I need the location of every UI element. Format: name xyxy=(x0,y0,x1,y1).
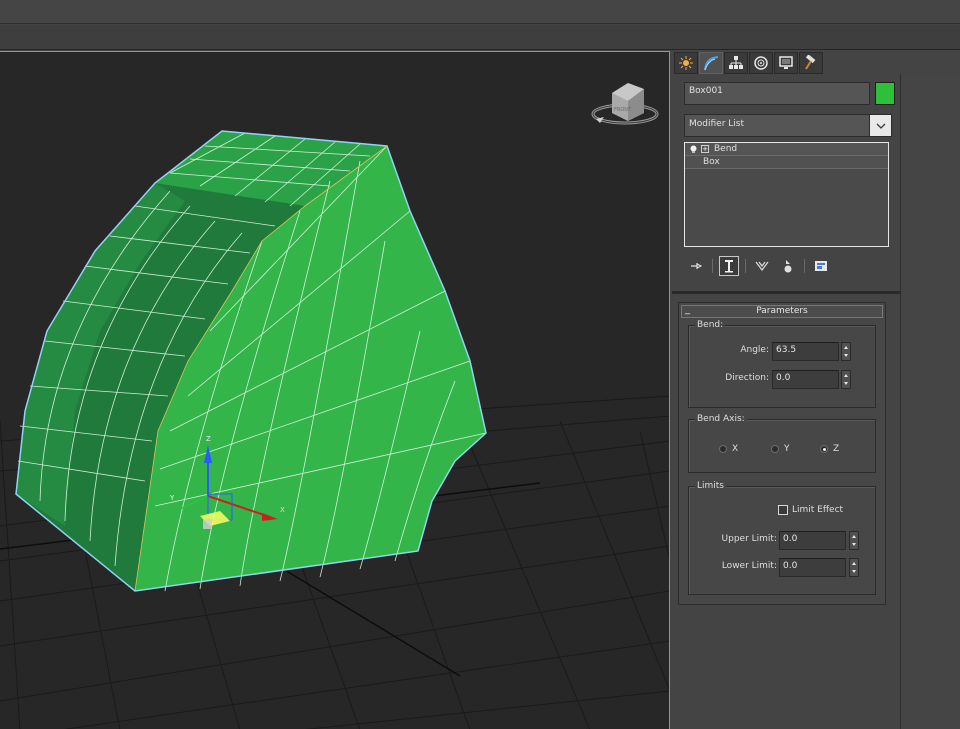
parameters-rollout: _ Parameters Bend: Angle: 63.5 Direction… xyxy=(678,302,886,605)
toolbar-separator xyxy=(745,259,746,273)
motion-icon xyxy=(754,56,768,70)
viewcube-face-label: FRONT xyxy=(614,107,632,113)
upper-limit-spinner[interactable] xyxy=(849,531,859,550)
title-bar xyxy=(0,0,960,24)
axis-x-radio[interactable]: X xyxy=(719,444,738,454)
display-tab[interactable] xyxy=(774,52,798,74)
direction-input[interactable]: 0.0 xyxy=(772,370,839,389)
gizmo-y-label: Y xyxy=(169,494,175,502)
configure-modifier-sets-icon[interactable] xyxy=(811,256,831,276)
direction-label: Direction: xyxy=(725,373,769,383)
menu-bar xyxy=(0,25,960,50)
rollout-header[interactable]: _ Parameters xyxy=(681,304,883,318)
display-icon xyxy=(779,56,793,69)
command-panel: Box001 Modifier List + Bend Box _ Parame… xyxy=(672,51,900,729)
bend-group: Bend: Angle: 63.5 Direction: 0.0 xyxy=(688,320,876,408)
create-tab[interactable] xyxy=(674,52,698,74)
command-panel-tabs xyxy=(674,52,824,74)
modifier-list-dropdown[interactable]: Modifier List xyxy=(684,114,892,137)
lightbulb-icon[interactable] xyxy=(689,145,698,154)
object-name-field[interactable]: Box001 xyxy=(684,82,870,105)
upper-limit-input[interactable]: 0.0 xyxy=(779,531,846,550)
viewcube[interactable]: FRONT xyxy=(591,83,659,125)
hammer-icon xyxy=(805,55,816,70)
upper-limit-label: Upper Limit: xyxy=(721,534,777,544)
stack-item-box[interactable]: Box xyxy=(685,156,888,169)
modifier-stack-toolbar xyxy=(686,255,837,277)
bent-box-mesh[interactable] xyxy=(15,130,487,592)
stack-item-label: Box xyxy=(703,157,720,167)
limits-group: Limits Limit Effect Upper Limit: 0.0 Low… xyxy=(688,481,876,595)
bend-axis-group: Bend Axis: X Y Z xyxy=(688,414,876,473)
modify-arc-icon xyxy=(704,56,719,71)
make-unique-icon[interactable] xyxy=(752,256,772,276)
modify-tab[interactable] xyxy=(699,52,723,74)
sun-icon xyxy=(679,56,693,70)
limit-effect-checkbox[interactable]: Limit Effect xyxy=(778,505,843,515)
hierarchy-icon xyxy=(729,56,743,69)
bend-axis-group-label: Bend Axis: xyxy=(695,414,747,424)
viewport-scene: Z X Y FRONT xyxy=(0,83,669,729)
modifier-list-label: Modifier List xyxy=(689,119,744,129)
stack-item-bend[interactable]: + Bend xyxy=(685,143,888,156)
gizmo-x-label: X xyxy=(280,506,285,514)
lower-limit-input[interactable]: 0.0 xyxy=(779,558,846,577)
right-side-strip xyxy=(900,74,960,729)
angle-spinner[interactable] xyxy=(841,342,851,361)
rollout-title: Parameters xyxy=(756,306,808,316)
motion-tab[interactable] xyxy=(749,52,773,74)
object-color-swatch[interactable] xyxy=(875,82,895,105)
gizmo-z-label: Z xyxy=(206,435,211,443)
toolbar-separator xyxy=(712,259,713,273)
chevron-down-icon[interactable] xyxy=(869,115,891,136)
lower-limit-label: Lower Limit: xyxy=(721,561,777,571)
direction-spinner[interactable] xyxy=(841,370,851,389)
panel-divider xyxy=(672,291,900,294)
axis-y-radio[interactable]: Y xyxy=(771,444,790,454)
pin-stack-icon[interactable] xyxy=(686,256,706,276)
collapse-minus-icon[interactable]: _ xyxy=(685,304,690,315)
expand-plus-icon[interactable]: + xyxy=(701,145,709,153)
toolbar-separator xyxy=(804,259,805,273)
hierarchy-tab[interactable] xyxy=(724,52,748,74)
lower-limit-spinner[interactable] xyxy=(849,558,859,577)
angle-label: Angle: xyxy=(740,345,769,355)
stack-item-label: Bend xyxy=(714,144,738,154)
axis-z-radio[interactable]: Z xyxy=(820,444,839,454)
bend-group-label: Bend: xyxy=(695,320,726,330)
perspective-viewport[interactable]: Z X Y FRONT xyxy=(0,51,670,729)
remove-modifier-icon[interactable] xyxy=(778,256,798,276)
modifier-stack[interactable]: + Bend Box xyxy=(684,142,889,247)
limits-group-label: Limits xyxy=(695,481,726,491)
show-end-result-icon[interactable] xyxy=(719,256,739,276)
utilities-tab[interactable] xyxy=(799,52,823,74)
angle-input[interactable]: 63.5 xyxy=(772,342,839,361)
